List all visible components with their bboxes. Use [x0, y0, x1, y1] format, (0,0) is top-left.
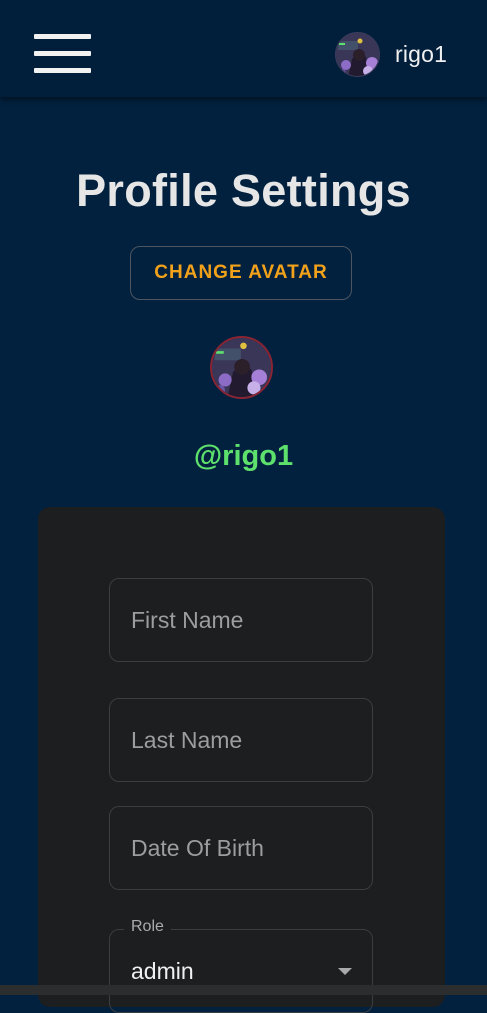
menu-line: [34, 51, 91, 56]
change-avatar-button[interactable]: CHANGE AVATAR: [130, 246, 352, 300]
avatar: [335, 31, 380, 77]
first-name-field[interactable]: First Name: [109, 578, 373, 662]
date-of-birth-field[interactable]: Date Of Birth: [109, 806, 373, 890]
hamburger-menu-icon[interactable]: [34, 34, 91, 74]
avatar-image: [336, 32, 379, 76]
page-title: Profile Settings: [76, 165, 411, 216]
user-handle: @rigo1: [193, 440, 294, 472]
chevron-down-icon: [338, 968, 352, 975]
date-of-birth-placeholder: Date Of Birth: [131, 835, 264, 861]
menu-line: [34, 68, 91, 73]
bottom-scroll-edge: [0, 985, 487, 995]
role-label: Role: [124, 918, 171, 936]
username-label: rigo1: [395, 40, 448, 67]
menu-line: [34, 34, 91, 39]
last-name-placeholder: Last Name: [131, 727, 243, 753]
profile-avatar: [210, 336, 273, 399]
profile-avatar-image: [212, 338, 271, 397]
role-select[interactable]: Role admin: [109, 918, 373, 1013]
role-value: admin: [131, 958, 194, 984]
app-bar: rigo1: [0, 0, 487, 97]
first-name-placeholder: First Name: [131, 607, 244, 633]
last-name-field[interactable]: Last Name: [109, 698, 373, 782]
user-menu[interactable]: rigo1: [335, 31, 447, 77]
